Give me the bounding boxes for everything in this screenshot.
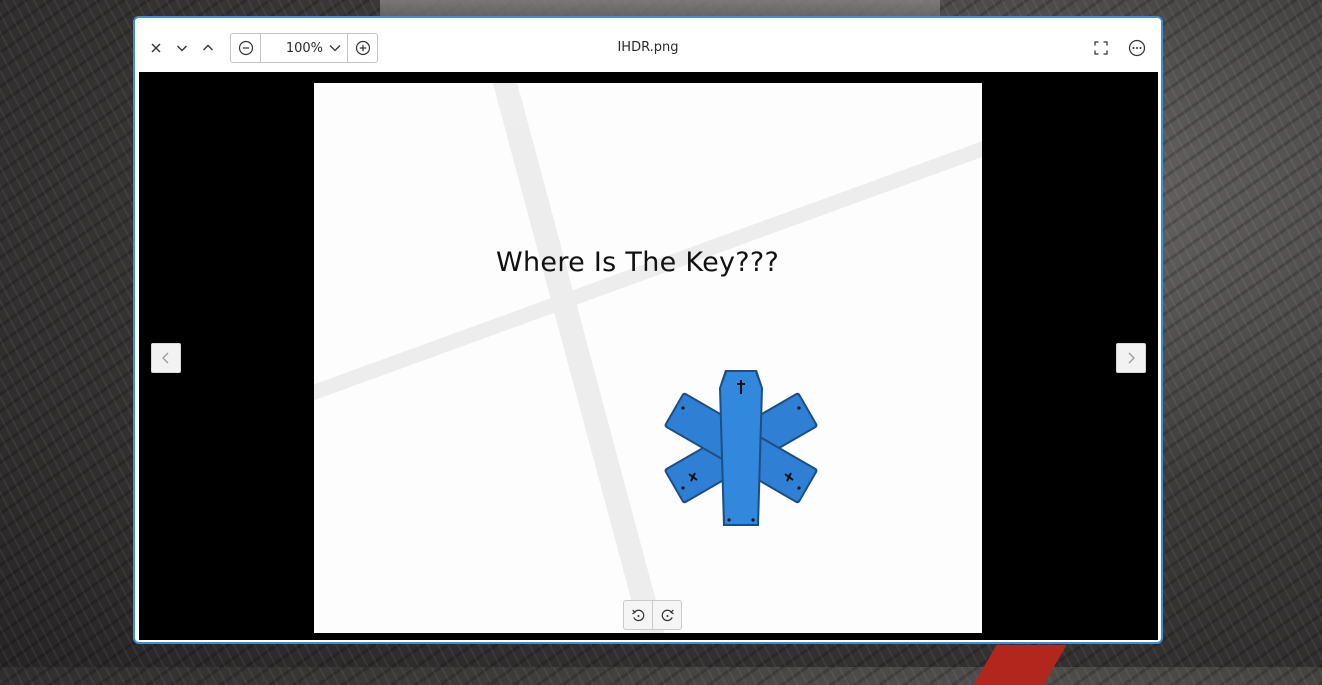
rotate-left-icon: [631, 609, 644, 621]
displayed-image: Where Is The Key???: [314, 83, 982, 633]
next-image-nav-button[interactable]: [1116, 343, 1146, 373]
rotate-left-button[interactable]: [624, 601, 653, 629]
image-headline-text: Where Is The Key???: [496, 247, 780, 278]
wallpaper-red-accent: [973, 645, 1067, 685]
chevron-right-icon: [1128, 352, 1135, 364]
fullscreen-button[interactable]: [1089, 36, 1113, 60]
image-canvas: Where Is The Key???: [139, 72, 1158, 640]
rotate-controls: [623, 600, 682, 630]
rotate-right-icon: [661, 609, 674, 621]
chevron-left-icon: [162, 352, 169, 364]
fullscreen-icon: [1094, 41, 1108, 55]
image-viewer-window: 100% IHDR.png Where Is The Key???: [133, 16, 1163, 644]
window-title: IHDR.png: [617, 40, 679, 55]
previous-image-nav-button[interactable]: [151, 343, 181, 373]
rotate-right-button[interactable]: [653, 601, 681, 629]
more-options-icon: [1128, 39, 1146, 57]
more-options-button[interactable]: [1125, 36, 1149, 60]
toolbar: 100% IHDR.png: [135, 18, 1161, 72]
image-faint-background: [314, 83, 982, 633]
blue-coffin-star-icon: [664, 370, 818, 526]
